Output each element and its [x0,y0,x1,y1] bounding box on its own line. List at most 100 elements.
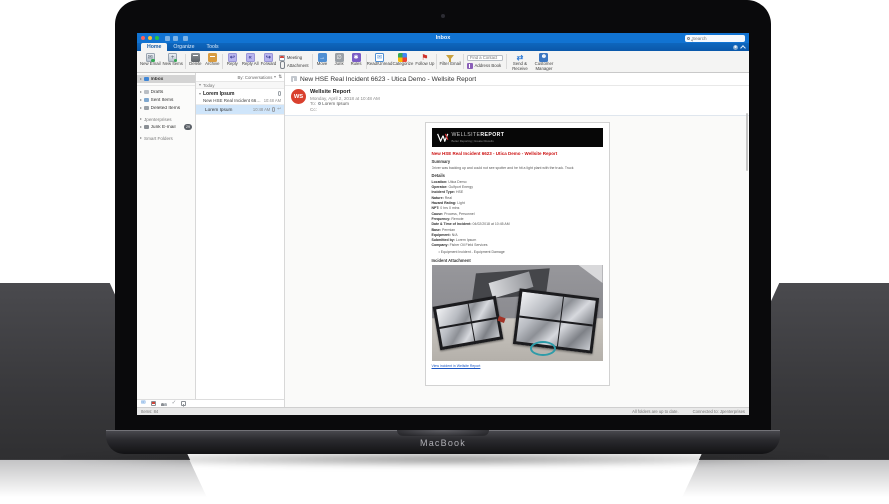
chevron-down-icon [199,84,201,86]
chevron-right-icon[interactable] [140,126,142,128]
chevron-right-icon[interactable] [140,118,142,120]
wellsite-w-logo-icon [437,133,449,142]
webcam-dot [441,14,445,18]
brand-tagline: Better Reporting | Greater Results [452,139,505,143]
sidebar-item-deleted-items[interactable]: Deleted Items [137,104,195,112]
categorize-button[interactable]: Categorize [392,52,415,71]
details-heading: Details [432,173,603,178]
chevron-right-icon[interactable] [140,78,142,80]
meeting-button[interactable]: Meeting [279,55,308,61]
attachment-icon [279,62,285,68]
view-incident-link[interactable]: View incident in Wellsite Report [432,364,481,368]
mail-module-icon[interactable]: ✉ [141,401,146,407]
archive-button[interactable]: Archive [204,52,221,71]
move-button[interactable]: → Move [314,52,331,71]
sidebar-item-drafts[interactable]: Drafts [137,88,195,96]
find-contact-input[interactable] [467,55,503,62]
wellsite-report-logo-bar: WELLSITEREPORT Better Reporting | Greate… [432,128,603,147]
follow-up-button[interactable]: ⚑ Follow Up [414,52,435,71]
tasks-module-icon[interactable]: ✓ [172,401,177,407]
delete-button[interactable]: Delete [187,52,204,71]
sort-direction-icon[interactable]: ⇅ [278,74,282,80]
rules-button[interactable]: ✱ Rules [348,52,365,71]
damaged-floodlight-right [512,288,598,353]
message-list-sort-header[interactable]: By: Conversations ⇅ [196,73,284,82]
search-icon [687,37,690,40]
presence-icon [318,102,321,105]
recipient-name[interactable]: Lorem Ipsum [322,101,349,106]
reply-all-button[interactable]: « Reply All [241,52,260,71]
paperclip-icon [278,91,281,96]
search-input[interactable] [692,36,743,41]
sidebar-item-junk-email[interactable]: Junk E-mail 29 [137,123,195,131]
macbook-mockup-scene: Inbox Home Organize Tools ✉ New Email + [0,0,889,504]
new-items-button[interactable]: + New Items [162,52,184,71]
email-body-area: WELLSITEREPORT Better Reporting | Greate… [285,110,749,407]
paperclip-icon [272,107,275,112]
sync-status: All folders are up to date. [632,409,679,414]
incident-photo [432,265,603,361]
status-bar: Items: 84 All folders are up to date. Co… [137,407,749,415]
tab-tools[interactable]: Tools [200,43,224,51]
teal-cable-shape [530,341,556,356]
notes-module-icon[interactable] [181,401,186,406]
sidebar-account-header[interactable]: Jpenterprises [137,115,195,123]
drafts-icon [144,90,149,95]
email-subject: New HSE Real Incident 6623 - Utica Demo … [300,76,476,83]
folder-sidebar: Inbox Drafts Sent Items Deleted Items Jp… [137,73,196,399]
address-book-button[interactable]: Address Book [467,63,503,69]
sender-avatar: WS [291,89,306,104]
account-icon[interactable] [733,45,738,50]
forward-button[interactable]: ↪ Forward [260,52,278,71]
incident-bullet: • Equipment Incident - Equipment Damage [439,250,603,255]
meeting-icon [279,55,285,61]
read-unread-icon: ✉ [375,53,384,62]
tab-organize[interactable]: Organize [167,43,200,51]
reply-arrow-icon: ↩ [277,107,281,112]
sidebar-item-inbox[interactable]: Inbox [137,75,195,83]
sidebar-item-sent-items[interactable]: Sent Items [137,96,195,104]
customer-manager-icon: ☻ [539,53,548,62]
brand-word-1: WELLSITE [452,132,481,138]
read-unread-button[interactable]: ✉ Read/Unread [368,52,392,71]
ribbon-divider [312,54,313,69]
search-field[interactable] [685,35,745,42]
junk-button[interactable]: ∅ Junk [331,52,348,71]
ribbon-divider [506,54,507,69]
incident-attachment-heading: Incident Attachment [432,258,603,263]
connection-status: Connected to: Jpenterprises [693,409,745,414]
chevron-right-icon[interactable] [140,99,142,101]
reply-button[interactable]: ↩ Reply [224,52,241,71]
window-title: Inbox [137,33,749,43]
lid-notch [397,430,489,436]
people-module-icon[interactable] [161,401,167,406]
attachment-button[interactable]: Attachment [279,62,308,68]
sent-date: Monday, April 2, 2018 at 10:48 AM [310,96,380,101]
chevron-down-icon [274,76,276,78]
send-receive-button[interactable]: ⇄ Send & Receive [508,52,532,71]
reading-pane-scrollbar[interactable] [746,113,748,171]
chevron-down-icon[interactable] [199,93,201,95]
summary-heading: Summary [432,159,603,164]
conversation-message-selected[interactable]: Lorem Ipsum 10:48 AM ↩ [196,105,284,115]
junk-icon: ∅ [335,53,344,62]
new-items-icon: + [168,53,177,62]
macbook-label: MacBook [106,438,780,448]
deleted-items-icon [144,106,149,111]
message-group-today[interactable]: Today [196,82,284,89]
ribbon-tab-row: Home Organize Tools [137,43,749,51]
chevron-right-icon[interactable] [140,107,142,109]
reply-all-icon: « [246,53,255,62]
collapse-ribbon-chevron-icon[interactable] [740,45,746,51]
conversation-row[interactable]: Lorem Ipsum New HSE Real Incident 6623 -… [196,89,284,105]
chevron-right-icon[interactable] [140,137,142,139]
ribbon-divider [222,54,223,69]
sidebar-item-smart-folders[interactable]: Smart Folders [137,134,195,142]
new-email-button[interactable]: ✉ New Email [139,52,162,71]
filter-email-button[interactable]: Filter Email [438,52,462,71]
customer-manager-button[interactable]: ☻ Customer Manager [532,52,556,71]
tab-home[interactable]: Home [141,43,167,51]
summary-text: Driver was backing up and could not see … [432,166,603,171]
calendar-module-icon[interactable] [151,401,156,406]
chevron-right-icon[interactable] [140,91,142,93]
